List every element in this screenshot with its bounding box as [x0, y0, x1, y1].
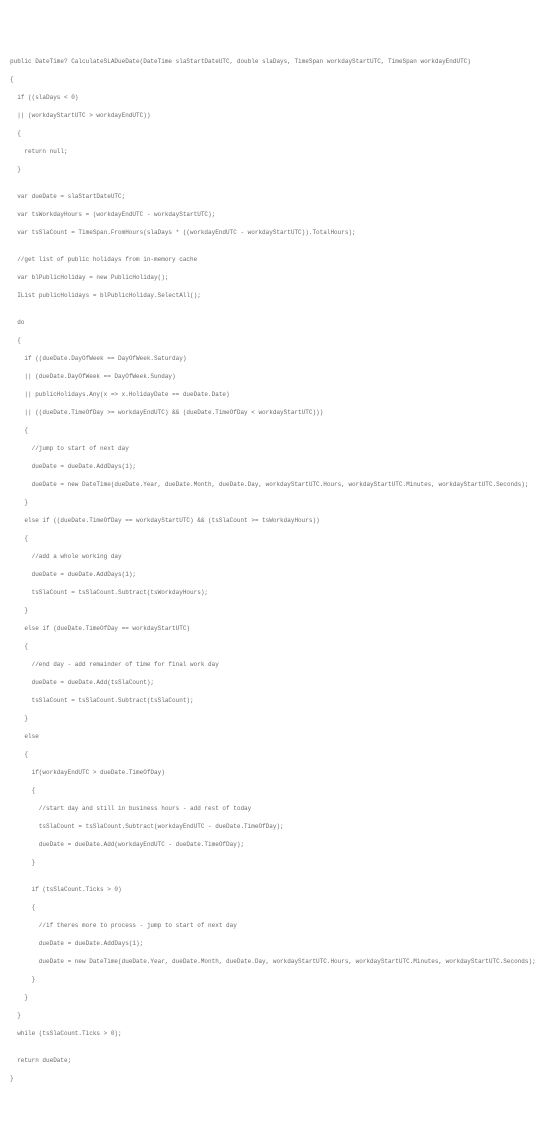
code-line-20: || (dueDate.DayOfWeek == DayOfWeek.Sunda… [10, 372, 547, 381]
code-line-51: //if theres more to process - jump to st… [10, 921, 547, 930]
code-line-44: //start day and still in business hours … [10, 804, 547, 813]
code-line-35: { [10, 642, 547, 651]
code-line-25: dueDate = dueDate.AddDays(1); [10, 462, 547, 471]
code-line-9: var dueDate = slaStartDateUTC; [10, 192, 547, 201]
code-line-21: || publicHolidays.Any(x => x.HolidayDate… [10, 390, 547, 399]
code-line-4: || (workdayStartUTC > workdayEndUTC)) [10, 111, 547, 120]
code-line-46: dueDate = dueDate.Add(workdayEndUTC - du… [10, 840, 547, 849]
code-line-6: return null; [10, 147, 547, 156]
code-line-60: } [10, 1074, 547, 1083]
code-line-38: tsSlaCount = tsSlaCount.Subtract(tsSlaCo… [10, 696, 547, 705]
code-line-10: var tsWorkdayHours = (workdayEndUTC - wo… [10, 210, 547, 219]
code-block: public DateTime? CalculateSLADueDate(Dat… [10, 48, 547, 1092]
code-line-53: dueDate = new DateTime(dueDate.Year, due… [10, 957, 547, 966]
code-line-54: } [10, 975, 547, 984]
code-line-31: dueDate = dueDate.AddDays(1); [10, 570, 547, 579]
code-line-28: else if ((dueDate.TimeOfDay == workdaySt… [10, 516, 547, 525]
code-line-13: //get list of public holidays from in-me… [10, 255, 547, 264]
code-line-32: tsSlaCount = tsSlaCount.Subtract(tsWorkd… [10, 588, 547, 597]
code-line-30: //add a whole working day [10, 552, 547, 561]
code-line-56: } [10, 1011, 547, 1020]
code-line-33: } [10, 606, 547, 615]
code-line-22: || ((dueDate.TimeOfDay >= workdayEndUTC)… [10, 408, 547, 417]
code-line-47: } [10, 858, 547, 867]
code-line-29: { [10, 534, 547, 543]
code-line-52: dueDate = dueDate.AddDays(1); [10, 939, 547, 948]
code-line-59: return dueDate; [10, 1056, 547, 1065]
code-line-5: { [10, 129, 547, 138]
code-line-11: var tsSlaCount = TimeSpan.FromHours(slaD… [10, 228, 547, 237]
code-line-34: else if (dueDate.TimeOfDay == workdaySta… [10, 624, 547, 633]
code-line-36: //end day - add remainder of time for fi… [10, 660, 547, 669]
code-line-42: if(workdayEndUTC > dueDate.TimeOfDay) [10, 768, 547, 777]
code-line-14: var blPublicHoliday = new PublicHoliday(… [10, 273, 547, 282]
code-line-17: do [10, 318, 547, 327]
code-line-43: { [10, 786, 547, 795]
code-line-41: { [10, 750, 547, 759]
code-line-23: { [10, 426, 547, 435]
code-line-19: if ((dueDate.DayOfWeek == DayOfWeek.Satu… [10, 354, 547, 363]
code-line-37: dueDate = dueDate.Add(tsSlaCount); [10, 678, 547, 687]
code-line-49: if (tsSlaCount.Ticks > 0) [10, 885, 547, 894]
code-line-50: { [10, 903, 547, 912]
code-line-18: { [10, 336, 547, 345]
code-line-15: IList publicHolidays = blPublicHoliday.S… [10, 291, 547, 300]
code-line-40: else [10, 732, 547, 741]
code-line-26: dueDate = new DateTime(dueDate.Year, due… [10, 480, 547, 489]
code-line-2: { [10, 75, 547, 84]
code-line-1: public DateTime? CalculateSLADueDate(Dat… [10, 57, 547, 66]
code-line-24: //jump to start of next day [10, 444, 547, 453]
code-line-39: } [10, 714, 547, 723]
code-line-45: tsSlaCount = tsSlaCount.Subtract(workday… [10, 822, 547, 831]
code-line-57: while (tsSlaCount.Ticks > 0); [10, 1029, 547, 1038]
code-line-7: } [10, 165, 547, 174]
code-line-55: } [10, 993, 547, 1002]
code-line-27: } [10, 498, 547, 507]
code-line-3: if ((slaDays < 0) [10, 93, 547, 102]
